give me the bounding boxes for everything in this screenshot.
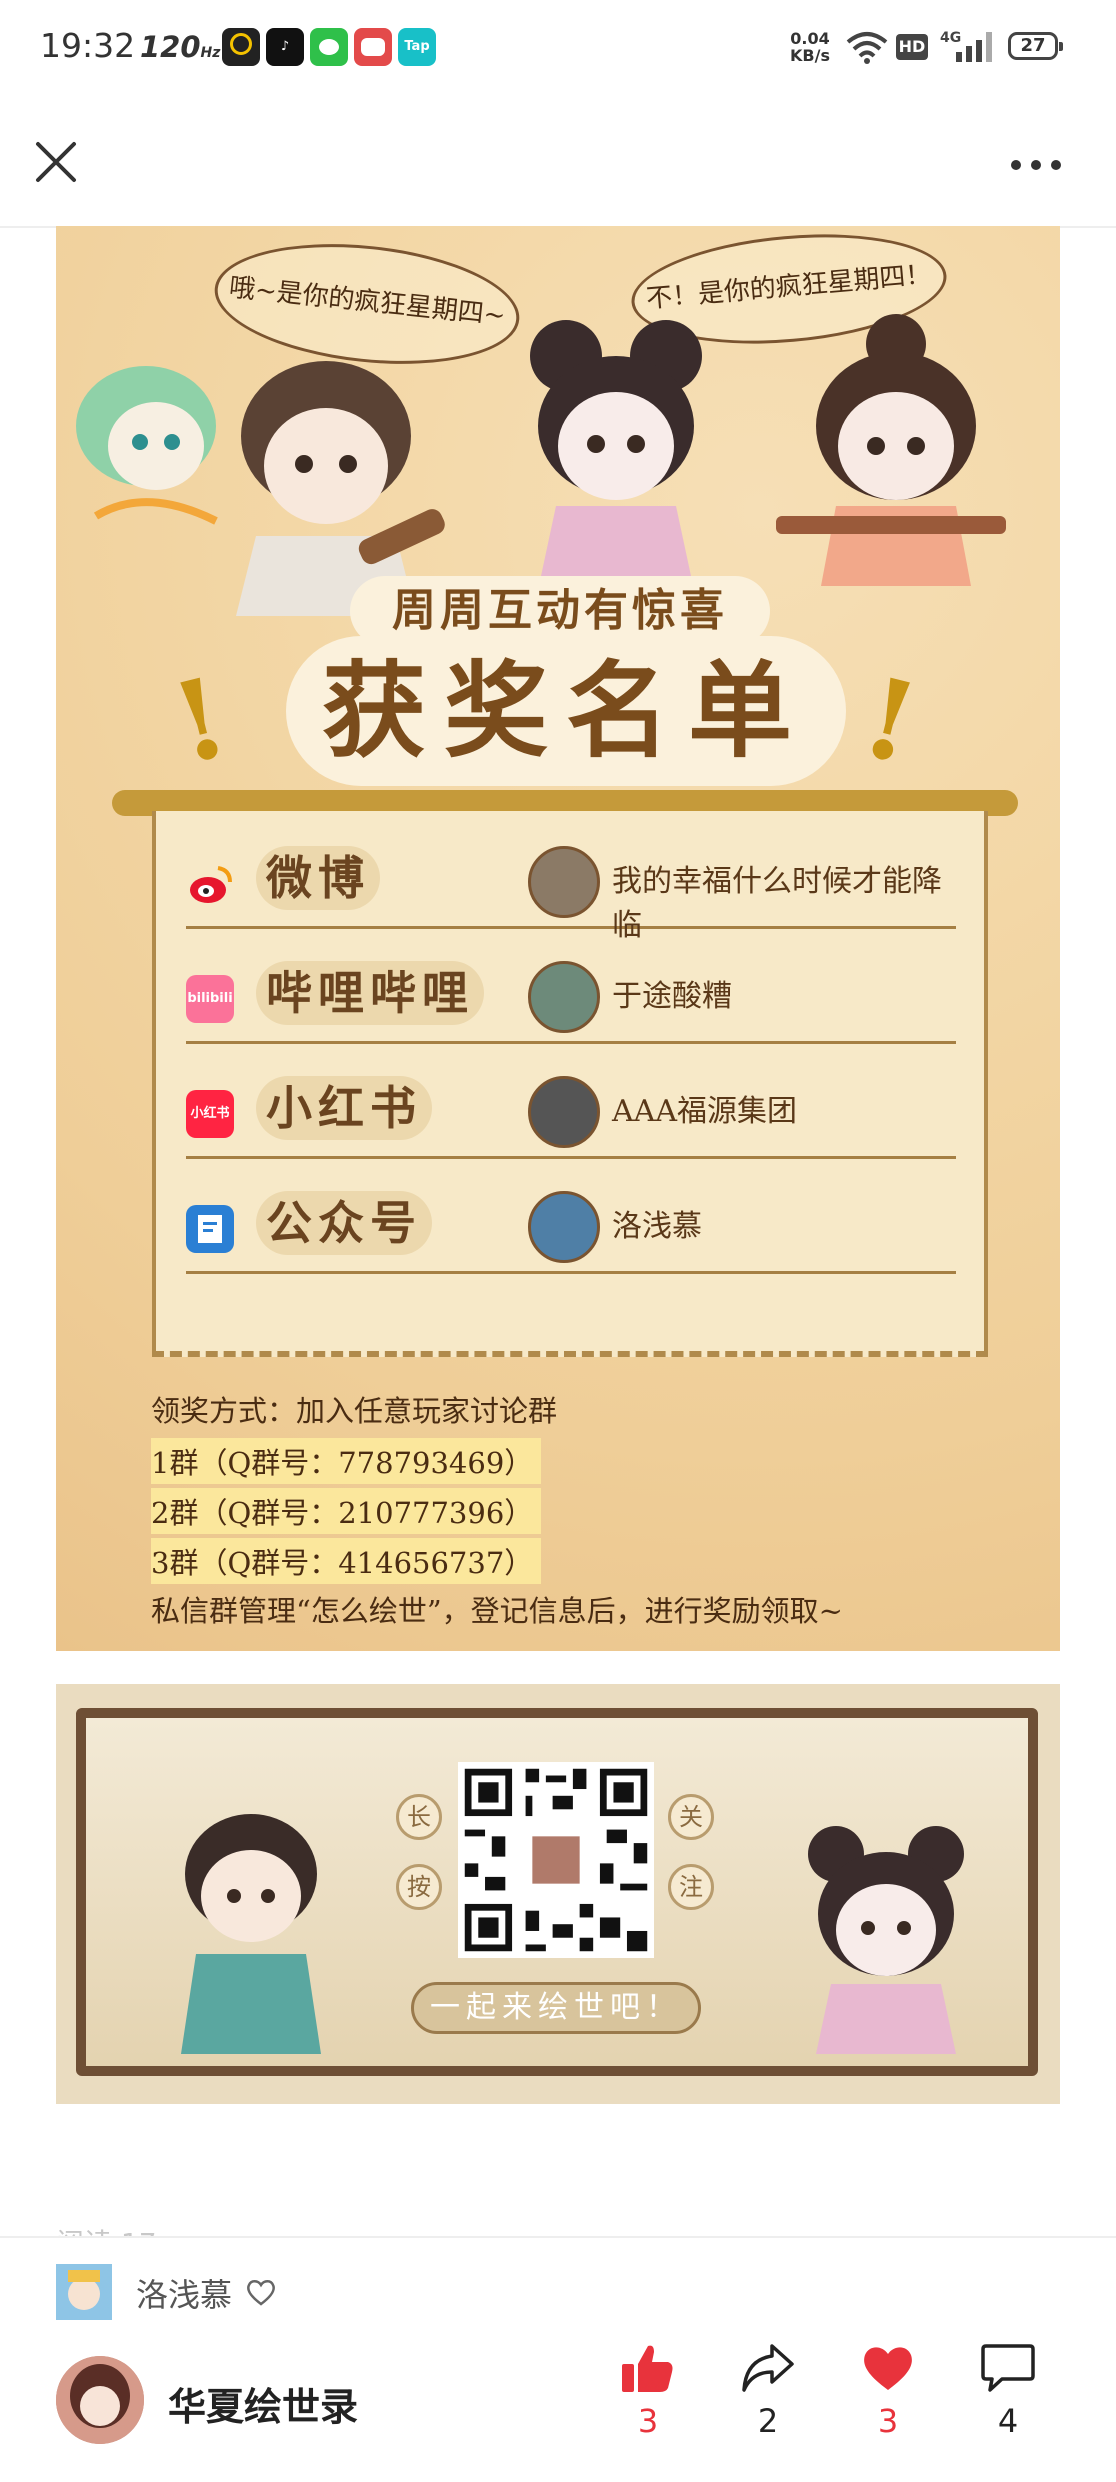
favorite-button[interactable]: 3 bbox=[848, 2342, 928, 2440]
share-count: 2 bbox=[757, 2402, 779, 2440]
close-icon[interactable] bbox=[30, 136, 82, 188]
bilibili-icon: bilibili bbox=[186, 975, 234, 1023]
award-poster-image: 哦~是你的疯狂星期四~ 不！是你的疯狂星期四！ 周周互动有惊喜 获奖名单 ! ! bbox=[56, 226, 1060, 1651]
qr-label-char: 注 bbox=[668, 1864, 714, 1910]
group-3: 3群（Q群号：414656737） bbox=[151, 1538, 542, 1584]
author-name[interactable]: 洛浅慕 bbox=[136, 2270, 232, 2316]
more-icon[interactable] bbox=[1008, 158, 1064, 172]
read-count-peek: 阅读 17 bbox=[56, 2222, 157, 2236]
heart-icon bbox=[864, 2347, 912, 2390]
claim-method: 领奖方式：加入任意玩家讨论群 bbox=[151, 1394, 558, 1428]
winner-row-xiaohongshu: 小红书 小红书 AAA福源集团 bbox=[186, 1056, 956, 1159]
channel-avatar[interactable] bbox=[56, 2356, 144, 2444]
claim-note: 私信群管理“怎么绘世”，登记信息后，进行奖励领取~ bbox=[151, 1594, 843, 1628]
refresh-rate: 120Hz bbox=[140, 30, 221, 64]
like-button[interactable]: 3 bbox=[608, 2342, 688, 2440]
character-pink-illustration bbox=[808, 1826, 964, 2054]
winner-avatar bbox=[528, 961, 600, 1033]
status-bar: 19:32 120Hz ♪ Tap 0.04 KB/s HD 4G 27 bbox=[0, 0, 1116, 96]
network-type: 4G bbox=[940, 30, 961, 46]
author-avatar[interactable] bbox=[56, 2264, 112, 2320]
wechat-official-icon bbox=[186, 1205, 234, 1253]
poster-title: 获奖名单 bbox=[286, 636, 846, 786]
channel-name[interactable]: 华夏绘世录 bbox=[168, 2376, 358, 2431]
winner-name: AAA福源集团 bbox=[612, 1094, 797, 1129]
follow-qr-banner-image: 长 按 关 注 一起来绘世吧！ bbox=[56, 1684, 1060, 2104]
platform-name: 公众号 bbox=[256, 1191, 432, 1255]
comment-count: 4 bbox=[997, 2402, 1019, 2440]
taptap-app-icon: Tap bbox=[398, 28, 436, 66]
network-speed: 0.04 KB/s bbox=[790, 29, 830, 65]
status-time: 19:32 bbox=[40, 26, 136, 65]
winner-avatar bbox=[528, 1076, 600, 1148]
share-button[interactable]: 2 bbox=[728, 2342, 808, 2440]
qr-label-char: 长 bbox=[396, 1794, 442, 1840]
douyin-app-icon: ♪ bbox=[266, 28, 304, 66]
winner-name: 洛浅慕 bbox=[612, 1209, 702, 1244]
battery-icon: 27 bbox=[1008, 32, 1063, 60]
winner-name: 于途酸糟 bbox=[612, 979, 732, 1014]
qr-code[interactable] bbox=[458, 1762, 654, 1958]
xiaohongshu-icon: 小红书 bbox=[186, 1090, 234, 1138]
exclamation-right: ! bbox=[851, 652, 930, 789]
exclamation-left: ! bbox=[161, 652, 240, 789]
game-app-icon bbox=[354, 28, 392, 66]
wifi-icon bbox=[846, 32, 888, 64]
share-icon bbox=[742, 2344, 794, 2392]
like-count: 3 bbox=[637, 2402, 659, 2440]
signal-icon: 4G bbox=[940, 30, 992, 62]
winner-row-weibo: 微博 我的幸福什么时候才能降临 bbox=[186, 826, 956, 943]
weibo-icon bbox=[190, 866, 232, 903]
platform-name: 哔哩哔哩 bbox=[256, 961, 484, 1025]
thumbs-up-icon bbox=[622, 2345, 673, 2392]
winner-row-wechat-official: 公众号 洛浅慕 bbox=[186, 1171, 956, 1274]
wechat-app-icon bbox=[310, 28, 348, 66]
winner-avatar bbox=[528, 846, 600, 918]
comment-icon bbox=[981, 2344, 1035, 2392]
follow-heart-icon[interactable] bbox=[246, 2278, 276, 2306]
winner-row-bilibili: bilibili 哔哩哔哩 于途酸糟 bbox=[186, 941, 956, 1044]
top-nav bbox=[0, 96, 1116, 228]
character-2-illustration bbox=[530, 320, 702, 576]
winner-name: 我的幸福什么时候才能降临 bbox=[612, 864, 942, 943]
music-app-icon bbox=[222, 28, 260, 66]
character-3-illustration bbox=[776, 314, 1006, 586]
winners-panel: 微博 我的幸福什么时候才能降临 bilibili 哔哩哔哩 于途酸糟 小红书 小… bbox=[152, 811, 988, 1357]
group-1: 1群（Q群号：778793469） bbox=[151, 1438, 542, 1484]
character-teal-illustration bbox=[181, 1814, 321, 2054]
comment-button[interactable]: 4 bbox=[968, 2342, 1048, 2440]
hd-indicator: HD bbox=[896, 34, 928, 60]
qr-slogan: 一起来绘世吧！ bbox=[411, 1982, 701, 2034]
group-2: 2群（Q群号：210777396） bbox=[151, 1488, 542, 1534]
winner-avatar bbox=[528, 1191, 600, 1263]
favorite-count: 3 bbox=[877, 2402, 899, 2440]
qr-label-char: 按 bbox=[396, 1864, 442, 1910]
bottom-bar: 洛浅慕 华夏绘世录 3 2 3 4 bbox=[0, 2236, 1116, 2482]
platform-name: 小红书 bbox=[256, 1076, 432, 1140]
qr-label-char: 关 bbox=[668, 1794, 714, 1840]
platform-name: 微博 bbox=[256, 846, 380, 910]
